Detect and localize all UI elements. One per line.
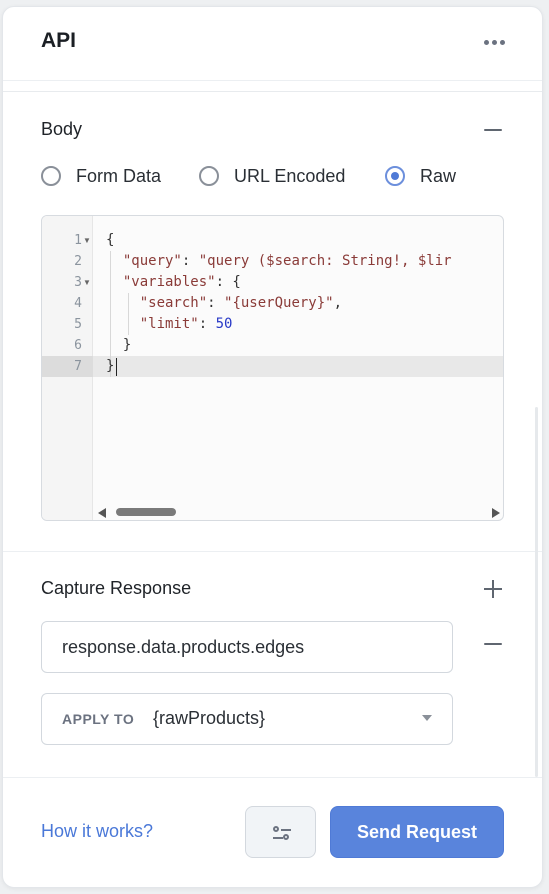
radio-raw[interactable]: Raw	[385, 163, 456, 189]
code-token: ,	[333, 295, 343, 311]
radio-circle-checked[interactable]	[385, 166, 405, 186]
radio-url-encoded[interactable]: URL Encoded	[199, 163, 345, 189]
divider	[3, 91, 542, 92]
radio-label: Form Data	[76, 165, 162, 186]
line-number: 1	[74, 233, 82, 248]
body-type-radio-group: Form Data URL Encoded Raw	[41, 163, 511, 189]
capture-section-title: Capture Response	[41, 578, 192, 598]
radio-label: Raw	[420, 165, 457, 186]
scroll-right-icon[interactable]	[492, 508, 500, 518]
vertical-scrollbar[interactable]	[535, 407, 538, 777]
chevron-down-icon	[422, 715, 432, 721]
line-number: 3	[74, 275, 82, 290]
how-it-works-link[interactable]: How it works?	[41, 821, 153, 842]
code-editor[interactable]: 1 ▼ 2 3 ▼ 4 5 6 7 { "query": "query ($se…	[41, 215, 504, 521]
apply-to-select[interactable]: APPLY TO {rawProducts}	[41, 693, 453, 745]
sliders-icon	[273, 826, 291, 842]
code-line-4: "search": "{userQuery}",	[106, 293, 342, 314]
panel-header: API	[3, 7, 542, 81]
code-token: :	[207, 295, 225, 311]
code-line-1: {	[106, 230, 114, 251]
line-number: 7	[74, 359, 82, 374]
code-token: "variables"	[122, 274, 216, 290]
capture-path-input[interactable]	[62, 634, 442, 660]
code-token: "{userQuery}"	[224, 295, 334, 311]
line-number: 4	[74, 296, 82, 311]
code-token: }	[122, 337, 132, 353]
more-horizontal-icon[interactable]	[484, 40, 506, 46]
code-token: "limit"	[139, 316, 199, 332]
capture-path-field[interactable]	[41, 621, 453, 673]
code-token: "search"	[139, 295, 208, 311]
code-line-3: "variables": {	[106, 272, 241, 293]
line-number: 2	[74, 254, 82, 269]
code-line-2: "query": "query ($search: String!, $lir	[106, 251, 452, 272]
code-token: :	[181, 253, 199, 269]
code-token: {	[106, 232, 115, 248]
settings-button[interactable]	[245, 806, 316, 858]
plus-icon[interactable]	[483, 579, 503, 599]
radio-circle[interactable]	[199, 166, 219, 186]
minus-icon[interactable]	[482, 119, 504, 141]
code-token: :	[198, 316, 216, 332]
scroll-left-icon[interactable]	[98, 508, 106, 518]
line-number: 5	[74, 317, 82, 332]
code-token: : {	[215, 274, 241, 290]
radio-label: URL Encoded	[234, 165, 346, 186]
radio-circle[interactable]	[41, 166, 61, 186]
horizontal-scrollbar[interactable]	[94, 504, 503, 520]
code-line-5: "limit": 50	[106, 314, 233, 335]
fold-arrow-icon[interactable]: ▼	[83, 272, 91, 293]
minus-icon[interactable]	[482, 633, 504, 655]
text-cursor	[116, 358, 117, 376]
send-request-button[interactable]: Send Request	[330, 806, 504, 858]
line-number: 6	[74, 338, 82, 353]
divider	[3, 551, 542, 552]
apply-to-value: {rawProducts}	[153, 708, 266, 728]
code-token: 50	[215, 316, 233, 332]
scrollbar-thumb[interactable]	[116, 508, 176, 516]
radio-form-data[interactable]: Form Data	[41, 163, 161, 189]
api-panel: API Body Form Data URL Encoded Raw 1 ▼ 2…	[2, 6, 543, 888]
code-line-7: }	[106, 356, 114, 377]
code-token: "query"	[122, 253, 182, 269]
code-line-6: }	[106, 335, 131, 356]
panel-title: API	[41, 29, 77, 52]
body-section-title: Body	[41, 119, 83, 139]
apply-to-label: APPLY TO	[62, 711, 135, 727]
fold-arrow-icon[interactable]: ▼	[83, 230, 91, 251]
code-token: }	[106, 358, 115, 374]
code-token: "query ($search: String!, $lir	[198, 253, 452, 269]
divider	[3, 777, 542, 778]
